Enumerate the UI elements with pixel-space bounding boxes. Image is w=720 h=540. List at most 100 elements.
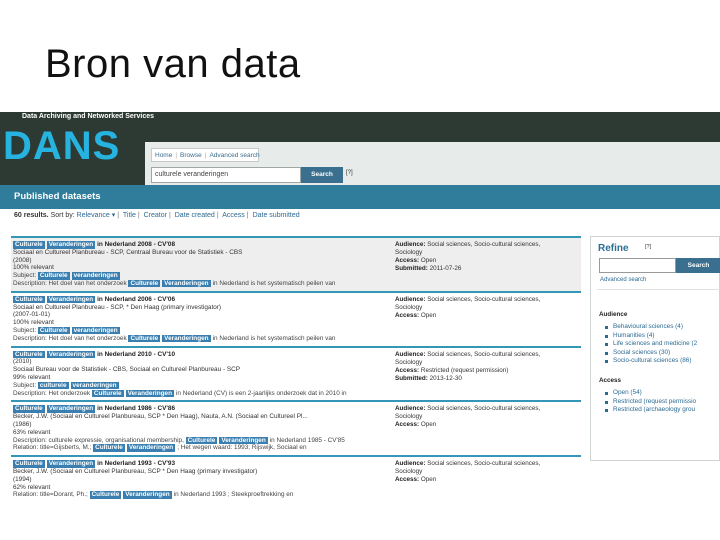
highlight-tag: Veranderingen — [162, 334, 211, 343]
access-value: Open — [420, 476, 437, 484]
audience-facet-item[interactable]: Social sciences (30) — [605, 349, 720, 358]
access-label: Access: — [395, 311, 420, 319]
highlight-tag: Culturele — [13, 460, 45, 468]
result-row[interactable]: Culturele Veranderingen in Nederland 2006 … — [11, 290, 581, 346]
advanced-search-link[interactable]: Advanced search — [600, 277, 646, 283]
result-facts: Audience: Social sciences, Socio-cultura… — [395, 296, 585, 320]
result-details: Culturele Veranderingen in Nederland 2010 … — [13, 350, 391, 398]
dans-logo[interactable]: DANS — [3, 126, 120, 166]
result-facts: Audience: Social sciences, Socio-cultura… — [395, 460, 585, 484]
result-row[interactable]: Culturele Veranderingen in Nederland 2008 … — [11, 236, 581, 291]
audience-facet-item[interactable]: Socio-cultural sciences (86) — [605, 357, 720, 366]
result-meta-line: Becker, J.W. (Sociaal en Cultureel Planb… — [13, 413, 308, 421]
audience-label: Audience: — [395, 405, 426, 413]
result-meta-line: 100% relevant — [13, 319, 54, 327]
nav-advanced-link[interactable]: Advanced search — [206, 152, 262, 159]
subject-label: Subject: — [13, 326, 37, 334]
published-datasets-header: Published datasets — [0, 185, 590, 209]
result-meta-line: 63% relevant — [13, 428, 51, 436]
access-line: Access: Open — [395, 476, 585, 484]
description-rest: ; Het wegen waard: 1993; Rijswijk, Socia… — [177, 444, 307, 452]
description-rest: in Nederland is het systematisch peilen … — [212, 334, 336, 342]
description-label: Description: Het doel van het onderzoek — [13, 334, 127, 342]
result-title-text: in Nederland 2010 - CV'10 — [97, 350, 175, 358]
audience-value-cont: Sociology — [395, 358, 423, 366]
result-meta-line: 62% relevant — [13, 483, 51, 491]
result-details: Culturele Veranderingen in Nederland 2006 … — [13, 295, 391, 343]
access-facet-item[interactable]: Open (54) — [605, 389, 720, 398]
highlight-tag: veranderingen — [70, 381, 119, 390]
result-meta-line: 99% relevant — [13, 373, 51, 381]
sort-access[interactable]: Access — [222, 212, 245, 219]
subject-label: Relation: title=Dorant, Ph.; — [13, 491, 88, 499]
audience-facet-item[interactable]: Humanities (4) — [605, 332, 720, 341]
access-value: Open — [420, 311, 437, 319]
result-title[interactable]: Culturele Veranderingen in Nederland 2006 … — [13, 295, 391, 304]
audience-label: Audience: — [395, 350, 426, 358]
result-meta-line: (1986) — [13, 420, 32, 428]
submitted-line: Submitted: 2013-12-30 — [395, 375, 585, 383]
result-title[interactable]: Culturele Veranderingen in Nederland 1986 … — [13, 405, 391, 413]
refine-search-button[interactable]: Search — [676, 258, 720, 273]
highlight-tag: Culturele — [13, 405, 45, 413]
result-meta-line: Becker, J.W. (Sociaal en Cultureel Planb… — [13, 467, 258, 475]
refine-help-link[interactable]: [?] — [645, 244, 651, 250]
audience-value: Social sciences, Socio-cultural sciences… — [427, 460, 541, 468]
audience-label: Audience: — [395, 241, 426, 248]
access-line: Access: Open — [395, 312, 585, 320]
results-list: Culturele Veranderingen in Nederland 2008 … — [11, 236, 581, 502]
result-row[interactable]: Culturele Veranderingen in Nederland 1986 … — [11, 400, 581, 455]
result-title[interactable]: Culturele Veranderingen in Nederland 1993 … — [13, 460, 391, 468]
result-meta-line: Sociaal en Cultureel Planbureau - SCP, C… — [13, 248, 243, 256]
result-description-line: Description: Het onderzoek Culturele Vera… — [13, 389, 391, 398]
top-nav: Home | Browse | Advanced search — [151, 148, 262, 162]
result-row[interactable]: Culturele Veranderingen in Nederland 1993 … — [11, 455, 581, 502]
description-label: Relation: title=Gijsberts, M.; — [13, 444, 92, 452]
access-label: Access: — [395, 257, 420, 264]
highlight-tag: Veranderingen — [46, 405, 96, 413]
search-input[interactable]: culturele veranderingen — [151, 167, 301, 183]
sort-title[interactable]: Title — [123, 212, 136, 219]
highlight-tag: Culturele — [185, 436, 218, 445]
refine-input[interactable] — [599, 258, 676, 273]
search-help-link[interactable]: [?] — [346, 170, 353, 176]
submitted-value: 2011-07-26 — [429, 265, 462, 272]
highlight-tag: Culturele — [13, 350, 45, 359]
result-title[interactable]: Culturele Veranderingen in Nederland 2010 … — [13, 350, 391, 359]
subject-label: Subject: — [13, 272, 37, 280]
audience-value-cont: Sociology — [395, 468, 423, 476]
sort-date-created[interactable]: Date created — [175, 212, 215, 219]
result-meta-line: (2007-01-01) — [13, 311, 50, 319]
nav-home-link[interactable]: Home — [152, 152, 175, 159]
audience-value-cont: Sociology — [395, 249, 423, 256]
description-label: Description: Het onderzoek — [13, 389, 91, 397]
sort-creator[interactable]: Creator — [144, 212, 167, 219]
result-meta-line: (2008) — [13, 256, 32, 264]
access-facet-item[interactable]: Restricted (request permissio — [605, 398, 720, 407]
audience-label: Audience: — [395, 460, 426, 468]
audience-facet-list: Behavioural sciences (4) Humanities (4) Li… — [605, 323, 720, 366]
nav-browse-link[interactable]: Browse — [177, 152, 205, 159]
access-label: Access: — [395, 421, 420, 429]
sort-relevance[interactable]: Relevance ▾ — [77, 212, 116, 219]
audience-line: Audience: Social sciences, Socio-cultura… — [395, 351, 585, 359]
result-subject-line: Subject: culturele veranderingen — [13, 381, 391, 390]
access-facet-item[interactable]: Restricted (archaeology grou — [605, 406, 720, 415]
highlight-tag: Veranderingen — [125, 389, 174, 398]
highlight-tag: Culturele — [13, 295, 45, 304]
access-value: Open — [420, 421, 437, 429]
result-subject-line: Relation: title=Dorant, Ph.; Culturele Ve… — [13, 491, 391, 499]
sort-date-submitted[interactable]: Date submitted — [253, 212, 300, 219]
result-facts: Audience: Social sciences, Socio-cultura… — [395, 405, 585, 429]
audience-line: Audience: Social sciences, Socio-cultura… — [395, 405, 585, 413]
result-row[interactable]: Culturele Veranderingen in Nederland 2010 … — [11, 345, 581, 401]
access-value: Restricted (request permission) — [420, 366, 509, 374]
result-title[interactable]: Culturele Veranderingen in Nederland 2008 … — [13, 241, 391, 249]
audience-value: Social sciences, Socio-cultural sciences… — [427, 350, 541, 358]
highlight-tag: Culturele — [128, 334, 161, 343]
subject-rest: in Nederland 1985 - CV'85 — [269, 436, 345, 444]
audience-facet-item[interactable]: Behavioural sciences (4) — [605, 323, 720, 332]
access-label: Access: — [395, 366, 420, 374]
search-button[interactable]: Search — [301, 167, 343, 183]
audience-facet-item[interactable]: Life sciences and medicine (2 — [605, 340, 720, 349]
